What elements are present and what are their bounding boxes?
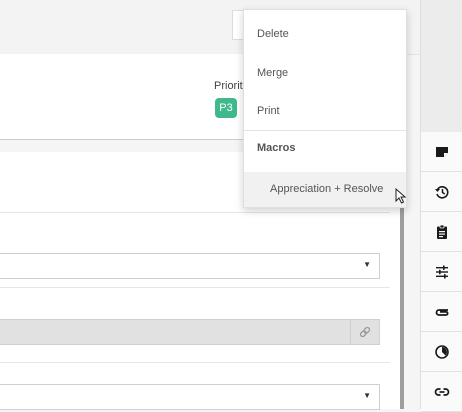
dropdown-arrow-icon: ▼ bbox=[363, 260, 371, 269]
priority-badge[interactable]: P3 bbox=[215, 98, 237, 118]
actions-menu: Delete Merge Print Macros Appreciation +… bbox=[243, 9, 407, 208]
form-divider bbox=[0, 362, 390, 363]
link-icon bbox=[434, 387, 449, 396]
link-button[interactable] bbox=[350, 320, 379, 344]
sidebar-properties-button[interactable] bbox=[421, 252, 462, 292]
sidebar-attachments-button[interactable] bbox=[421, 292, 462, 332]
history-icon bbox=[434, 185, 448, 199]
form-divider bbox=[0, 287, 390, 288]
linked-field bbox=[0, 319, 380, 345]
menu-divider bbox=[244, 130, 406, 131]
property-select[interactable]: ▼ bbox=[0, 253, 380, 279]
sidebar-top-area bbox=[421, 0, 462, 133]
form-divider bbox=[0, 212, 390, 213]
sidebar-links-button[interactable] bbox=[421, 372, 462, 412]
paperclip-icon bbox=[435, 308, 448, 316]
macros-heading: Macros bbox=[257, 142, 296, 154]
right-sidebar bbox=[420, 0, 462, 412]
sidebar-history-button[interactable] bbox=[421, 172, 462, 212]
property-select[interactable]: ▼ bbox=[0, 384, 380, 410]
delete-menu-item[interactable]: Delete bbox=[244, 15, 406, 53]
dropdown-arrow-icon: ▼ bbox=[363, 391, 371, 400]
macro-appreciation-resolve[interactable]: Appreciation + Resolve bbox=[270, 172, 383, 207]
mouse-cursor-icon bbox=[395, 188, 407, 204]
sidebar-notes-button[interactable] bbox=[421, 132, 462, 172]
note-icon bbox=[435, 146, 448, 157]
clipboard-icon bbox=[436, 224, 447, 239]
sidebar-clipboard-button[interactable] bbox=[421, 212, 462, 252]
timer-icon bbox=[434, 344, 449, 359]
priority-label: Priorit bbox=[214, 80, 243, 92]
sidebar-sla-button[interactable] bbox=[421, 332, 462, 372]
merge-menu-item[interactable]: Merge bbox=[244, 54, 406, 92]
sliders-icon bbox=[435, 265, 448, 278]
link-icon bbox=[359, 326, 371, 338]
print-menu-item[interactable]: Print bbox=[244, 92, 406, 130]
